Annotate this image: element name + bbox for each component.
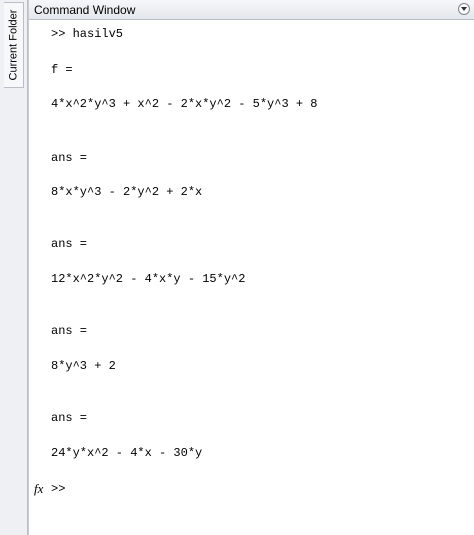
- function-browser-icon[interactable]: fx: [34, 481, 43, 497]
- current-folder-tab[interactable]: Current Folder: [4, 2, 24, 88]
- output-line: ans =: [51, 324, 88, 338]
- output-line: 24*y*x^2 - 4*x - 30*y: [51, 446, 203, 460]
- output-line: 8*x*y^3 - 2*y^2 + 2*x: [51, 185, 203, 199]
- chevron-down-icon: [461, 6, 467, 11]
- output-line: ans =: [51, 151, 88, 165]
- current-folder-tab-label: Current Folder: [7, 9, 20, 81]
- output-line: f =: [51, 63, 73, 77]
- output-line: 8*y^3 + 2: [51, 359, 116, 373]
- output-line: 4*x^2*y^3 + x^2 - 2*x*y^2 - 5*y^3 + 8: [51, 97, 318, 111]
- command-window: Command Window >> hasilv5 f = 4*x^2*y^3 …: [28, 0, 474, 535]
- output-line: ans =: [51, 237, 88, 251]
- command-window-titlebar: Command Window: [29, 0, 474, 20]
- command-prompt[interactable]: >>: [51, 482, 65, 496]
- window-title: Command Window: [34, 3, 136, 17]
- command-line: >> hasilv5: [51, 27, 124, 41]
- side-panel: Current Folder: [0, 0, 28, 535]
- output-line: ans =: [51, 411, 88, 425]
- window-menu-button[interactable]: [458, 3, 470, 15]
- command-output[interactable]: >> hasilv5 f = 4*x^2*y^3 + x^2 - 2*x*y^2…: [29, 21, 474, 535]
- output-line: 12*x^2*y^2 - 4*x*y - 15*y^2: [51, 272, 246, 286]
